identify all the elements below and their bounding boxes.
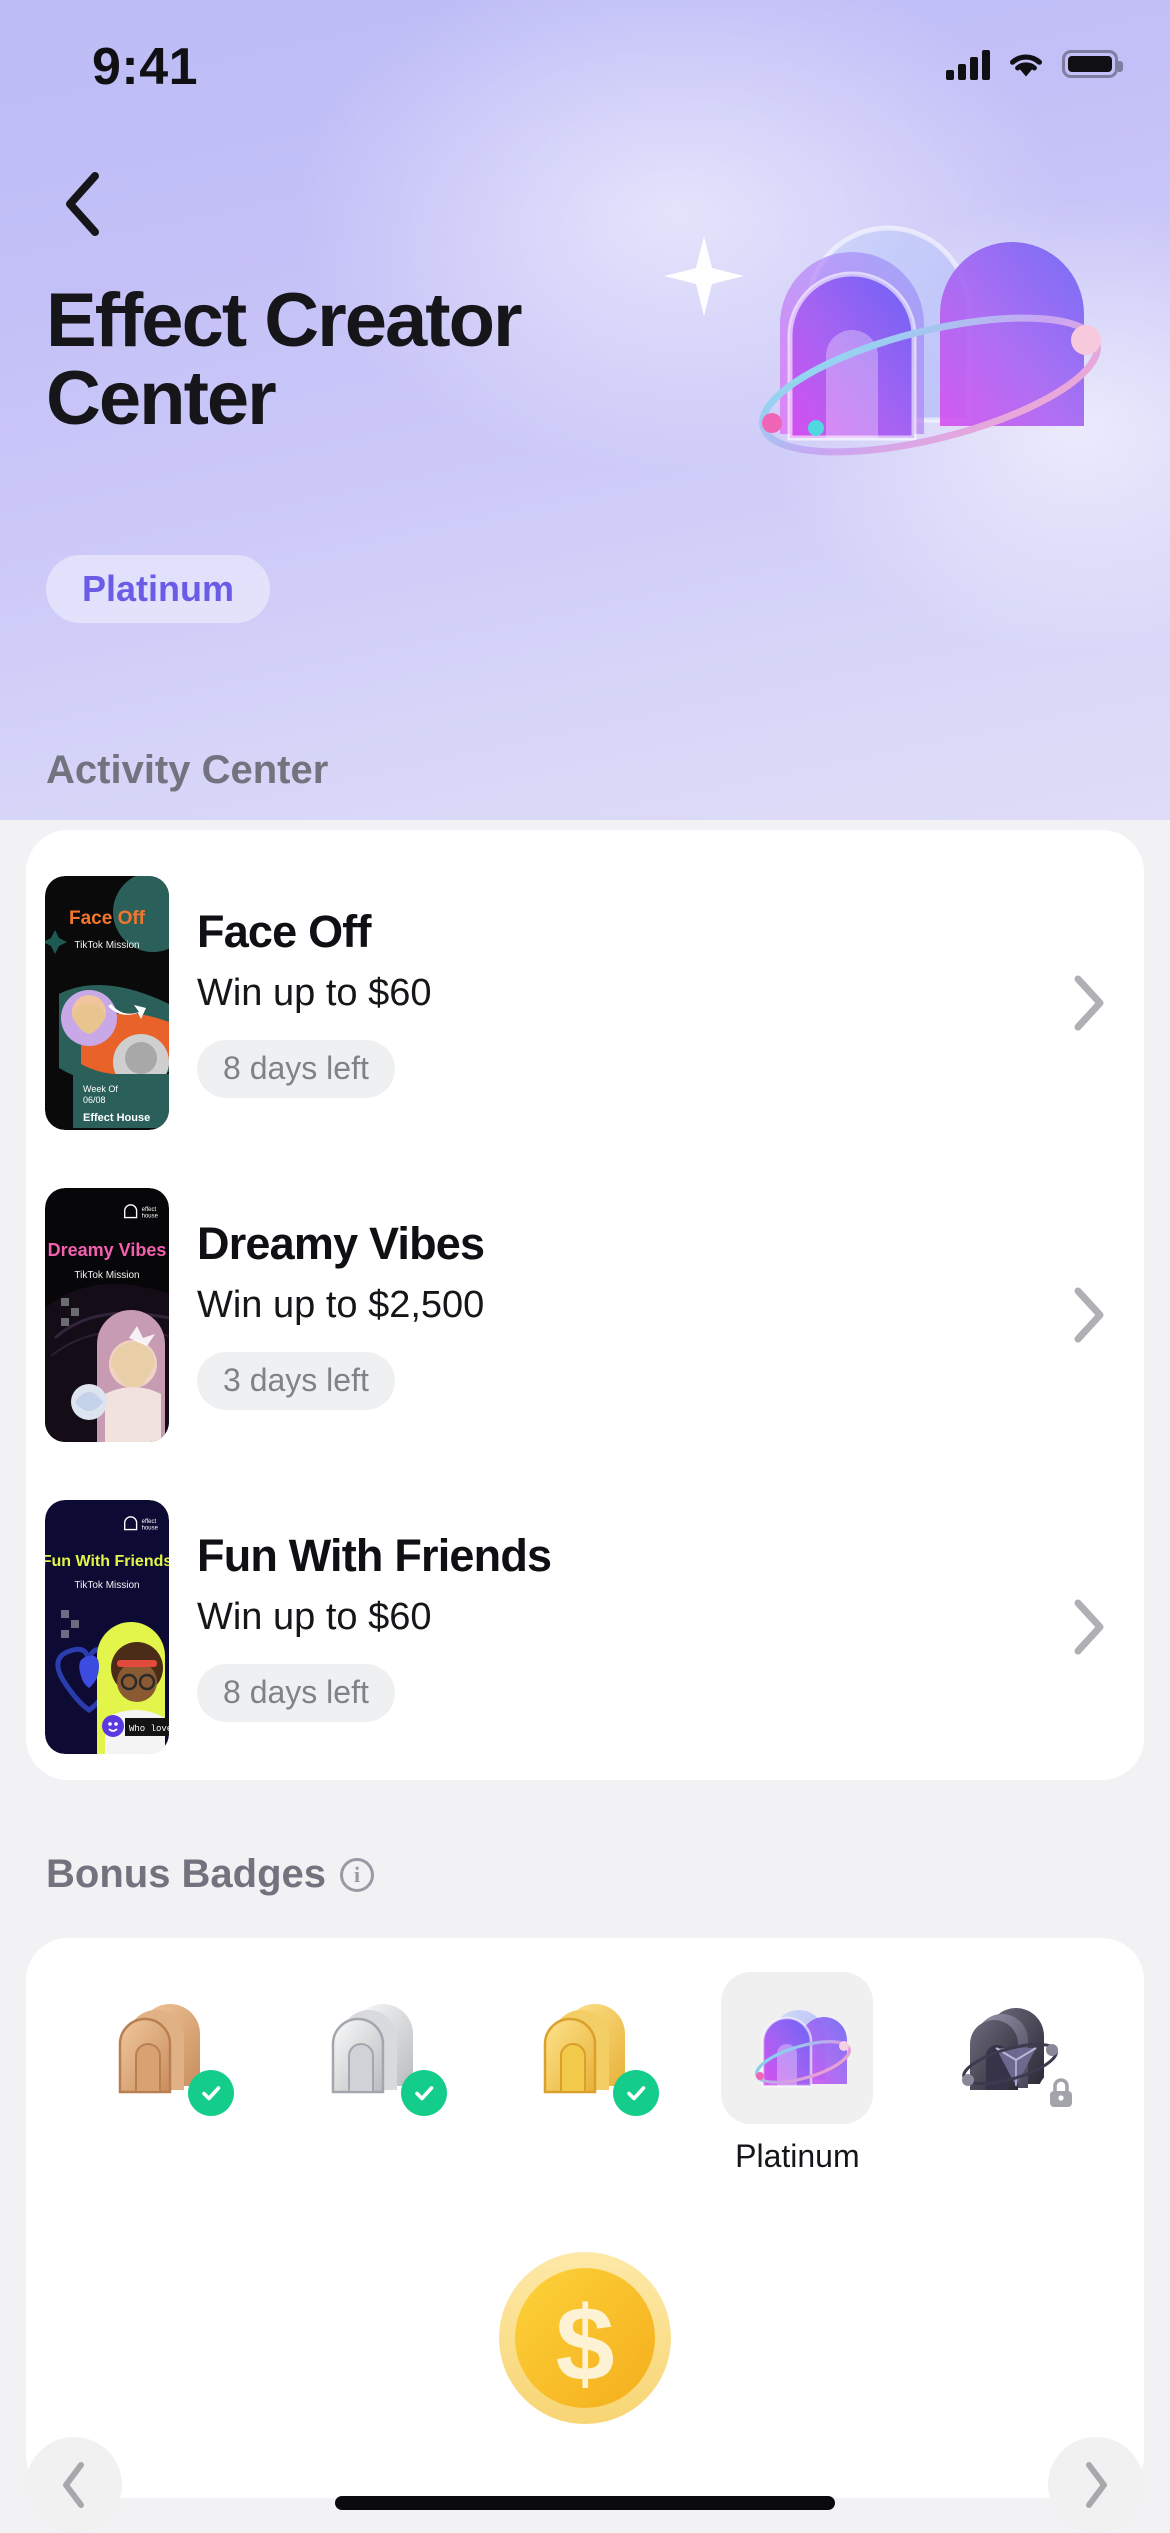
chevron-right-icon (1074, 1287, 1104, 1343)
activity-center-card: Face Off TikTok Mission Week Of 06/08 Ef… (26, 830, 1144, 1780)
activity-item-fun-with-friends[interactable]: effect house Fun With Friends TikTok Mis… (26, 1482, 1144, 1772)
badge-label: Platinum (735, 2138, 860, 2174)
activity-item-chevron[interactable] (1034, 1598, 1144, 1656)
badge-item-platinum[interactable]: Platinum (717, 1972, 877, 2175)
silver-badge-icon-wrap (297, 1972, 449, 2124)
activity-item-subtitle: Win up to $2,500 (197, 1283, 485, 1326)
svg-text:effect: effect (142, 1207, 157, 1213)
bronze-badge-icon-wrap (84, 1972, 236, 2124)
chevron-right-icon (1074, 975, 1104, 1031)
svg-text:effect: effect (142, 1519, 157, 1525)
svg-text:$: $ (556, 2285, 615, 2403)
svg-text:TikTok Mission: TikTok Mission (74, 940, 139, 951)
activity-item-days-left-badge: 3 days left (197, 1351, 395, 1410)
badge-list: Platinum (26, 1972, 1144, 2232)
svg-text:TikTok Mission: TikTok Mission (74, 1580, 139, 1591)
tier-badge-pill[interactable]: Platinum (46, 555, 271, 623)
activity-item-days-left-badge: 8 days left (197, 1663, 395, 1722)
activity-item-title: Dreamy Vibes (197, 1217, 485, 1269)
badge-item-silver[interactable] (293, 1972, 453, 2138)
wifi-icon (1007, 49, 1045, 79)
gold-badge-icon-wrap (509, 1972, 661, 2124)
status-bar-indicators (946, 48, 1123, 80)
diamond-badge-icon-wrap (934, 1972, 1086, 2124)
face-off-mission-thumbnail: Face Off TikTok Mission Week Of 06/08 Ef… (45, 876, 169, 1130)
status-bar: 9:41 (0, 0, 1170, 130)
activity-item-subtitle: Win up to $60 (197, 1595, 432, 1638)
battery-full-icon (1062, 50, 1123, 78)
reward-coin-wrap: $ (26, 2238, 1144, 2438)
badges-prev-button[interactable] (26, 2437, 122, 2533)
activity-item-title: Fun With Friends (197, 1529, 552, 1581)
signal-bars-icon (946, 48, 990, 80)
svg-text:house: house (142, 1214, 159, 1220)
activity-item-text: Face Off Win up to $60 8 days left (197, 909, 1034, 1098)
bonus-badges-card: Platinum $ (26, 1938, 1144, 2498)
svg-text:Effect House: Effect House (83, 1112, 150, 1124)
activity-item-title: Face Off (197, 905, 371, 957)
chevron-right-icon (1074, 1599, 1104, 1655)
activity-item-text: Dreamy Vibes Win up to $2,500 3 days lef… (197, 1221, 1034, 1410)
badges-next-button[interactable] (1048, 2437, 1144, 2533)
tier-badge-label: Platinum (82, 568, 235, 609)
activity-center-heading: Activity Center (46, 748, 328, 793)
hero-header: 9:41 Effect Creator Center Platinum Acti… (0, 0, 1170, 820)
svg-text:Fun With Friends: Fun With Friends (45, 1553, 169, 1570)
svg-text:06/08: 06/08 (83, 1095, 106, 1105)
platinum-badge-icon-wrap (721, 1972, 874, 2124)
info-glyph: i (353, 1861, 361, 1887)
chevron-left-icon (63, 2462, 84, 2508)
check-circle-icon (612, 2070, 659, 2116)
check-circle-icon (188, 2070, 235, 2116)
gold-coin-dollar-icon: $ (499, 2252, 671, 2424)
activity-item-face-off[interactable]: Face Off TikTok Mission Week Of 06/08 Ef… (26, 858, 1144, 1148)
badge-item-bronze[interactable] (80, 1972, 240, 2138)
activity-center-heading-label: Activity Center (46, 748, 329, 792)
back-button[interactable] (46, 168, 118, 240)
home-indicator (335, 2496, 835, 2510)
activity-item-chevron[interactable] (1034, 974, 1144, 1032)
check-circle-icon (400, 2070, 447, 2116)
svg-text:house: house (142, 1526, 159, 1532)
status-bar-time: 9:41 (92, 38, 199, 96)
activity-item-text: Fun With Friends Win up to $60 8 days le… (197, 1533, 1034, 1722)
activity-item-dreamy-vibes[interactable]: effect house Dreamy Vibes TikTok Mission… (26, 1170, 1144, 1460)
badge-item-diamond-locked[interactable] (930, 1972, 1090, 2138)
svg-text:Dreamy Vibes: Dreamy Vibes (48, 1240, 167, 1260)
back-chevron-icon (66, 172, 99, 236)
svg-text:Face Off: Face Off (69, 908, 146, 929)
bonus-badges-heading-label: Bonus Badges (46, 1852, 327, 1896)
bonus-badges-heading: Bonus Badges i (46, 1852, 375, 1897)
svg-text:Week Of: Week Of (83, 1084, 118, 1094)
fun-with-friends-mission-thumbnail: effect house Fun With Friends TikTok Mis… (45, 1500, 169, 1754)
platinum-badge-icon (755, 2010, 852, 2088)
svg-text:Who loves: Who loves (129, 1724, 169, 1734)
svg-text:TikTok Mission: TikTok Mission (74, 1270, 139, 1281)
activity-item-subtitle: Win up to $60 (197, 971, 432, 1014)
chevron-right-icon (1086, 2462, 1107, 2508)
platinum-arch-3d-icon (640, 190, 1140, 470)
activity-item-chevron[interactable] (1034, 1286, 1144, 1344)
dreamy-vibes-mission-thumbnail: effect house Dreamy Vibes TikTok Mission (45, 1188, 169, 1442)
lock-icon (1037, 2070, 1084, 2116)
badge-item-gold[interactable] (505, 1972, 665, 2138)
activity-item-days-left-badge: 8 days left (197, 1039, 395, 1098)
info-circle-icon[interactable]: i (340, 1857, 375, 1892)
